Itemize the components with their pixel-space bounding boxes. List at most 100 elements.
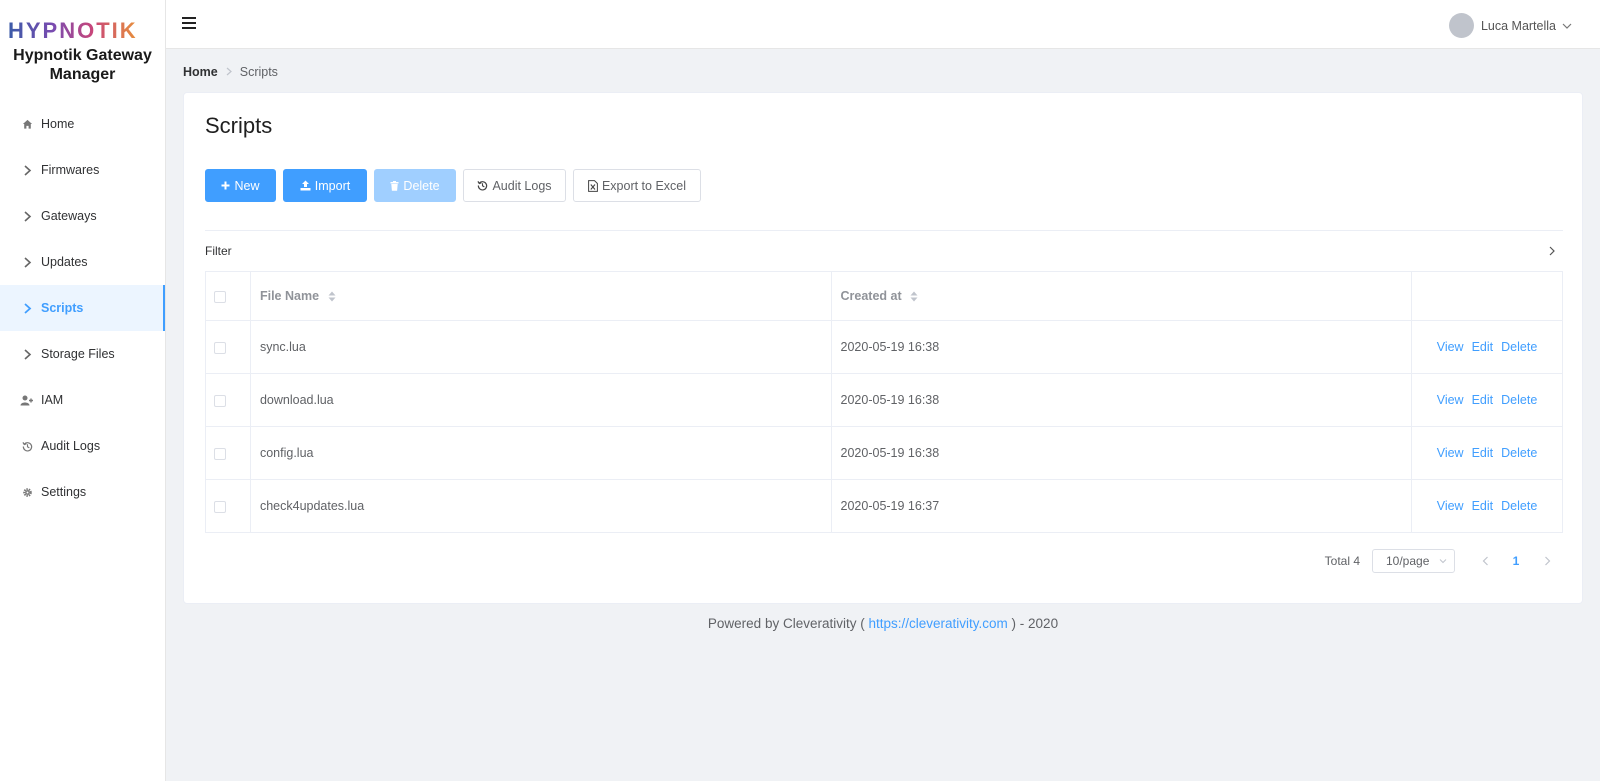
- edit-link[interactable]: Edit: [1472, 499, 1494, 513]
- footer-suffix: ) - 2020: [1011, 616, 1059, 631]
- file-name-cell: download.lua: [250, 373, 832, 427]
- footer-link[interactable]: https://cleverativity.com: [868, 616, 1007, 631]
- chevron-right-icon: [20, 347, 34, 361]
- column-header-label: Created at: [840, 289, 902, 303]
- column-header-actions: [1411, 271, 1563, 321]
- upload-icon: [300, 180, 311, 191]
- home-icon: [20, 117, 34, 131]
- page-number-current[interactable]: 1: [1499, 554, 1533, 568]
- sidebar-item-label: Updates: [41, 255, 88, 269]
- pagination-total: Total 4: [1324, 554, 1360, 568]
- sidebar: HYPNOTIK Hypnotik Gateway Manager Home F…: [0, 0, 166, 781]
- sidebar-item-firmwares[interactable]: Firmwares: [0, 147, 165, 193]
- sidebar-item-label: Audit Logs: [41, 439, 101, 453]
- select-all-checkbox[interactable]: [214, 290, 226, 303]
- audit-logs-button[interactable]: Audit Logs: [463, 169, 566, 202]
- brand-logo[interactable]: HYPNOTIK: [8, 18, 165, 43]
- sidebar-item-scripts[interactable]: Scripts: [0, 285, 165, 331]
- created-at-cell: 2020-05-19 16:37: [831, 479, 1413, 533]
- chevron-down-icon: [1562, 23, 1572, 29]
- logo-text: HYPNOTIK: [8, 18, 138, 43]
- user-plus-icon: [20, 393, 34, 407]
- row-actions: View Edit Delete: [1411, 426, 1563, 480]
- delete-link[interactable]: Delete: [1501, 446, 1537, 460]
- view-link[interactable]: View: [1437, 393, 1464, 407]
- sidebar-item-label: Firmwares: [41, 163, 100, 177]
- breadcrumb-home[interactable]: Home: [183, 65, 218, 79]
- toolbar: New Import Delete Audit Logs Export to E…: [205, 169, 708, 202]
- row-actions: View Edit Delete: [1411, 320, 1563, 374]
- row-checkbox[interactable]: [214, 341, 226, 354]
- delete-button-label: Delete: [403, 178, 440, 193]
- delete-link[interactable]: Delete: [1501, 340, 1537, 354]
- scripts-card: Scripts New Import Delete Audit Logs Exp…: [183, 92, 1583, 604]
- sidebar-item-audit-logs[interactable]: Audit Logs: [0, 423, 165, 469]
- delete-link[interactable]: Delete: [1501, 499, 1537, 513]
- row-checkbox[interactable]: [214, 394, 226, 407]
- view-link[interactable]: View: [1437, 340, 1464, 354]
- sidebar-item-gateways[interactable]: Gateways: [0, 193, 165, 239]
- sidebar-item-label: Home: [41, 117, 75, 131]
- view-link[interactable]: View: [1437, 446, 1464, 460]
- created-at-cell: 2020-05-19 16:38: [831, 426, 1413, 480]
- row-checkbox[interactable]: [214, 447, 226, 460]
- footer-prefix: Powered by Cleverativity (: [707, 616, 865, 631]
- chevron-down-icon: [1439, 559, 1447, 564]
- sidebar-item-label: Scripts: [41, 301, 84, 315]
- sidebar-item-label: Storage Files: [41, 347, 115, 361]
- created-at-cell: 2020-05-19 16:38: [831, 373, 1413, 427]
- file-name-cell: sync.lua: [250, 320, 832, 374]
- sidebar-item-storage-files[interactable]: Storage Files: [0, 331, 165, 377]
- table-row: download.lua 2020-05-19 16:38 View Edit De…: [205, 373, 1563, 427]
- edit-link[interactable]: Edit: [1472, 393, 1494, 407]
- breadcrumb: Home Scripts: [183, 65, 278, 79]
- column-header-created-at[interactable]: Created at: [831, 271, 1413, 321]
- filter-panel-toggle[interactable]: Filter: [205, 230, 1563, 271]
- sort-icon[interactable]: [328, 291, 336, 302]
- page-size-value: 10/page: [1386, 554, 1430, 568]
- sidebar-item-updates[interactable]: Updates: [0, 239, 165, 285]
- file-name-cell: check4updates.lua: [250, 479, 832, 533]
- pagination: Total 4 10/page 1: [1325, 549, 1561, 573]
- next-page-button[interactable]: [1533, 549, 1561, 573]
- menu-toggle-icon[interactable]: [182, 17, 196, 29]
- edit-link[interactable]: Edit: [1472, 446, 1494, 460]
- history-icon: [477, 180, 488, 191]
- row-checkbox[interactable]: [214, 500, 226, 513]
- chevron-right-icon: [20, 209, 34, 223]
- sidebar-item-label: Gateways: [41, 209, 97, 223]
- delete-link[interactable]: Delete: [1501, 393, 1537, 407]
- table-row: config.lua 2020-05-19 16:38 View Edit Dele…: [205, 426, 1563, 480]
- app-title: Hypnotik Gateway Manager: [13, 47, 152, 83]
- new-button-label: New: [234, 178, 260, 193]
- page-size-select[interactable]: 10/page: [1372, 549, 1455, 573]
- breadcrumb-separator-icon: [226, 65, 232, 79]
- select-all-cell: [205, 271, 251, 321]
- import-button[interactable]: Import: [283, 169, 367, 202]
- avatar: [1448, 13, 1474, 38]
- new-button[interactable]: New: [205, 169, 276, 202]
- sidebar-item-home[interactable]: Home: [0, 101, 165, 147]
- sidebar-item-label: IAM: [41, 393, 64, 407]
- chevron-right-icon: [20, 255, 34, 269]
- delete-button[interactable]: Delete: [374, 169, 456, 202]
- sort-icon[interactable]: [910, 291, 918, 302]
- audit-logs-button-label: Audit Logs: [492, 178, 552, 193]
- view-link[interactable]: View: [1437, 499, 1464, 513]
- edit-link[interactable]: Edit: [1472, 340, 1494, 354]
- export-excel-button[interactable]: Export to Excel: [573, 169, 701, 202]
- footer: Powered by Cleverativity ( https://cleve…: [166, 616, 1600, 631]
- chevron-left-icon: [1482, 556, 1488, 566]
- prev-page-button[interactable]: [1471, 549, 1499, 573]
- file-name-cell: config.lua: [250, 426, 832, 480]
- breadcrumb-current: Scripts: [239, 65, 278, 79]
- gear-icon: [20, 485, 34, 499]
- column-header-file-name[interactable]: File Name: [250, 271, 832, 321]
- user-menu[interactable]: Luca Martella: [1448, 13, 1572, 38]
- sidebar-item-iam[interactable]: IAM: [0, 377, 165, 423]
- history-icon: [20, 439, 34, 453]
- chevron-right-icon: [20, 301, 34, 315]
- sidebar-item-settings[interactable]: Settings: [0, 469, 165, 515]
- table-row: check4updates.lua 2020-05-19 16:37 View E…: [205, 479, 1563, 533]
- page-title: Scripts: [205, 113, 273, 138]
